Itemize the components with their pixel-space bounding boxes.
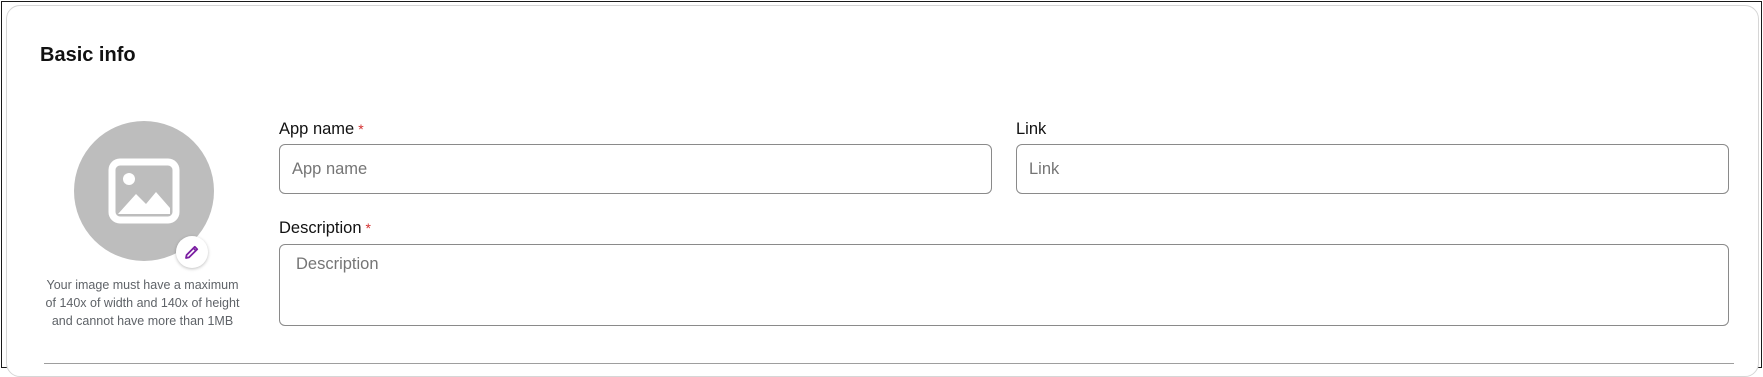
required-mark: * [358,121,364,137]
description-textarea[interactable] [279,244,1729,326]
link-label: Link [1016,120,1046,139]
pencil-icon [185,245,199,259]
required-mark: * [365,220,371,236]
section-divider [44,363,1734,364]
description-label-text: Description [279,219,362,237]
image-requirements-hint: Your image must have a maximum of 140x o… [45,278,240,328]
basic-info-card: Basic info Your image must have a maximu… [6,5,1759,377]
window-frame: Basic info Your image must have a maximu… [1,1,1762,377]
link-input[interactable] [1016,144,1729,194]
link-label-text: Link [1016,120,1047,138]
image-placeholder-icon [108,158,180,224]
app-name-label: App name * [279,120,364,139]
app-name-label-text: App name [279,120,355,138]
app-image-uploader[interactable] [74,121,214,268]
edit-image-button[interactable] [176,236,208,268]
section-title: Basic info [40,44,136,66]
description-label: Description * [279,219,371,238]
app-name-input[interactable] [279,144,992,194]
